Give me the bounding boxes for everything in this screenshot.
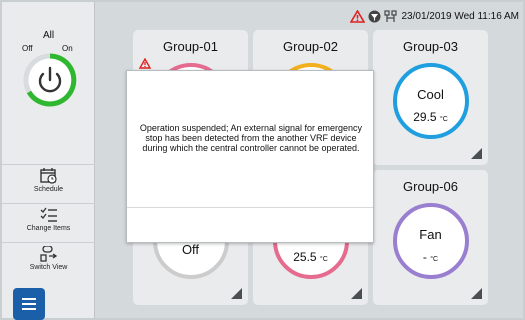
temperature-unit: °C bbox=[319, 256, 328, 263]
mode-label: Off bbox=[181, 242, 200, 257]
tile-corner-icon bbox=[471, 288, 482, 299]
group-name: Group-02 bbox=[283, 39, 338, 54]
mode-label: Fan bbox=[419, 227, 442, 242]
vrf-link-icon[interactable] bbox=[383, 10, 397, 23]
switch-view-label: Switch View bbox=[29, 264, 68, 271]
status-bar: 23/01/2019 Wed 11:16 AM bbox=[349, 10, 520, 23]
temperature-value: - bbox=[422, 250, 427, 264]
all-power-button[interactable] bbox=[22, 52, 78, 108]
dialog-message: Operation suspended; An external signal … bbox=[139, 123, 363, 153]
temperature-unit: °C bbox=[430, 256, 439, 263]
filter-icon[interactable] bbox=[368, 10, 381, 23]
menu-button[interactable] bbox=[13, 288, 45, 320]
dialog-divider bbox=[127, 207, 373, 208]
mode-label: Cool bbox=[417, 87, 444, 102]
temperature-unit: °C bbox=[439, 116, 448, 123]
warning-triangle-icon[interactable] bbox=[349, 10, 365, 23]
change-items-button[interactable]: Change Items bbox=[2, 203, 95, 241]
emergency-stop-dialog[interactable]: Operation suspended; An external signal … bbox=[126, 70, 374, 243]
group-name: Group-01 bbox=[163, 39, 218, 54]
schedule-button[interactable]: Schedule bbox=[2, 164, 95, 202]
all-label: All bbox=[42, 30, 55, 41]
switch-view-button[interactable]: Switch View bbox=[2, 242, 95, 280]
switch-view-icon bbox=[39, 246, 57, 262]
group-name: Group-06 bbox=[403, 179, 458, 194]
datetime-display: 23/01/2019 Wed 11:16 AM bbox=[401, 11, 520, 22]
tile-corner-icon bbox=[471, 148, 482, 159]
tile-corner-icon bbox=[231, 288, 242, 299]
group-tile-03[interactable]: Group-03 Cool 29.5 °C bbox=[373, 30, 488, 165]
temperature-display: 25.5 °C bbox=[253, 250, 368, 264]
change-items-label: Change Items bbox=[26, 225, 71, 232]
temperature-display: - °C bbox=[373, 250, 488, 264]
temperature-value: 29.5 bbox=[413, 110, 437, 124]
group-tile-06[interactable]: Group-06 Fan - °C bbox=[373, 170, 488, 305]
checklist-icon bbox=[40, 207, 57, 222]
schedule-label: Schedule bbox=[33, 186, 64, 193]
warning-triangle-icon bbox=[139, 58, 151, 69]
calendar-clock-icon bbox=[39, 168, 57, 184]
temperature-display: 29.5 °C bbox=[373, 110, 488, 124]
group-name: Group-03 bbox=[403, 39, 458, 54]
temperature-value: 25.5 bbox=[293, 250, 317, 264]
sidebar: All Off On Schedule Change Items Switch … bbox=[2, 2, 95, 320]
tile-corner-icon bbox=[351, 288, 362, 299]
